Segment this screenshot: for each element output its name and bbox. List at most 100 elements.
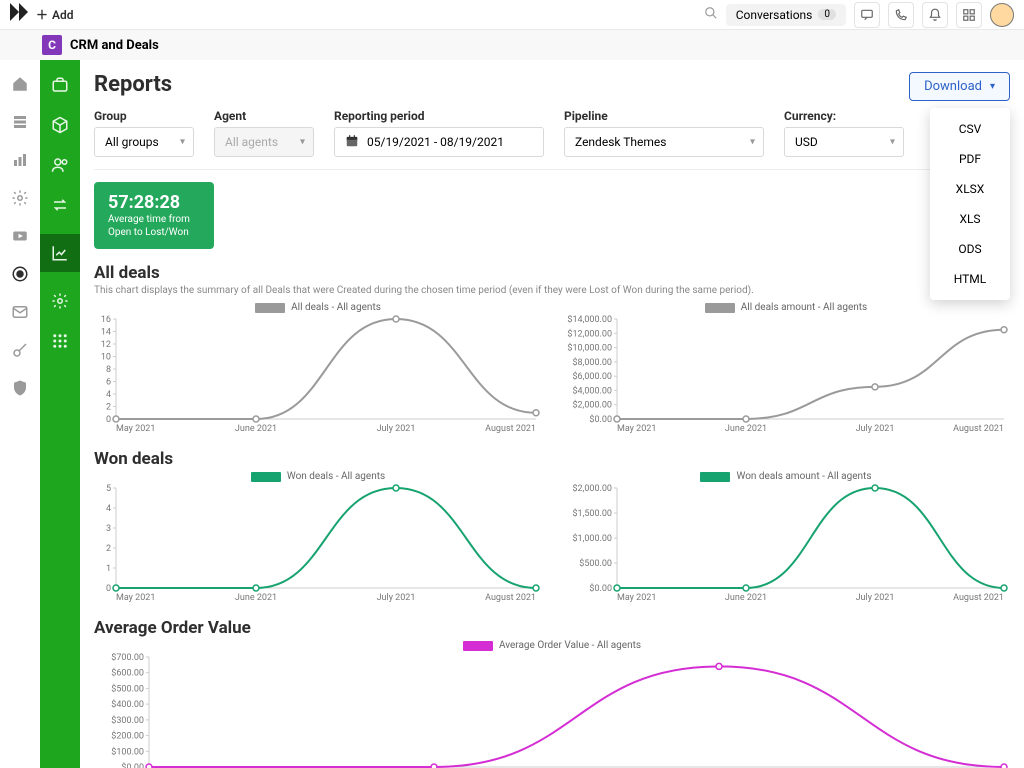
svg-text:May 2021: May 2021 bbox=[617, 424, 656, 434]
download-button[interactable]: Download ▾ bbox=[909, 72, 1010, 101]
period-input[interactable]: 05/19/2021 - 08/19/2021 bbox=[334, 127, 544, 157]
group-value: All groups bbox=[105, 135, 159, 149]
currency-label: Currency: bbox=[784, 109, 904, 123]
download-option-csv[interactable]: CSV bbox=[930, 114, 1010, 144]
svg-text:July 2021: July 2021 bbox=[856, 593, 895, 603]
legend-swatch bbox=[463, 641, 493, 651]
svg-text:August 2021: August 2021 bbox=[485, 593, 536, 603]
svg-text:$500.00: $500.00 bbox=[579, 558, 612, 569]
download-option-xls[interactable]: XLS bbox=[930, 204, 1010, 234]
green-chart-icon[interactable] bbox=[40, 234, 80, 272]
svg-text:$300.00: $300.00 bbox=[111, 715, 144, 726]
svg-text:May 2021: May 2021 bbox=[116, 424, 155, 434]
download-option-pdf[interactable]: PDF bbox=[930, 144, 1010, 174]
svg-text:June 2021: June 2021 bbox=[725, 424, 767, 434]
section-all-deals-sub: This chart displays the summary of all D… bbox=[94, 285, 1010, 296]
bell-icon[interactable] bbox=[922, 2, 948, 28]
calendar-icon bbox=[345, 134, 359, 151]
legend-swatch bbox=[251, 472, 281, 482]
chat-icon[interactable] bbox=[854, 2, 880, 28]
svg-text:$1,500.00: $1,500.00 bbox=[572, 508, 612, 519]
chart-all-deals-count: All deals - All agents 0246810121416May … bbox=[94, 302, 542, 435]
green-transfer-icon[interactable] bbox=[49, 194, 71, 216]
svg-text:June 2021: June 2021 bbox=[725, 593, 767, 603]
rail-target-icon[interactable] bbox=[10, 264, 30, 284]
download-option-html[interactable]: HTML bbox=[930, 264, 1010, 294]
svg-text:$4,000.00: $4,000.00 bbox=[572, 385, 612, 396]
svg-text:$10,000.00: $10,000.00 bbox=[567, 343, 612, 354]
green-users-icon[interactable] bbox=[49, 154, 71, 176]
pipeline-value: Zendesk Themes bbox=[575, 135, 666, 149]
svg-text:0: 0 bbox=[106, 415, 111, 425]
green-briefcase-icon[interactable] bbox=[49, 74, 71, 96]
legend-swatch bbox=[255, 303, 285, 313]
svg-text:August 2021: August 2021 bbox=[953, 424, 1004, 434]
svg-text:July 2021: July 2021 bbox=[856, 424, 895, 434]
divider bbox=[94, 169, 1010, 170]
rail-home-icon[interactable] bbox=[10, 74, 30, 94]
svg-text:1: 1 bbox=[106, 564, 111, 574]
rail-brush-icon[interactable] bbox=[10, 340, 30, 360]
svg-text:8: 8 bbox=[106, 365, 111, 375]
green-gear-icon[interactable] bbox=[49, 290, 71, 312]
rail-shield-icon[interactable] bbox=[10, 378, 30, 398]
legend-text: All deals - All agents bbox=[291, 302, 381, 313]
period-label: Reporting period bbox=[334, 109, 544, 123]
rail-video-icon[interactable] bbox=[10, 226, 30, 246]
content: Reports Download ▾ CSV PDF XLSX XLS ODS … bbox=[80, 60, 1024, 768]
avatar[interactable] bbox=[990, 3, 1014, 27]
chevron-down-icon: ▾ bbox=[890, 137, 895, 148]
legend-swatch bbox=[705, 303, 735, 313]
section-all-deals-title: All deals bbox=[94, 263, 1010, 283]
group-select[interactable]: All groups ▾ bbox=[94, 127, 194, 157]
conversations-label: Conversations bbox=[736, 8, 813, 22]
currency-value: USD bbox=[795, 135, 818, 149]
rail-analytics-icon[interactable] bbox=[10, 150, 30, 170]
legend-swatch bbox=[700, 472, 730, 482]
download-option-xlsx[interactable]: XLSX bbox=[930, 174, 1010, 204]
phone-icon[interactable] bbox=[888, 2, 914, 28]
svg-text:14: 14 bbox=[101, 328, 111, 338]
search-icon[interactable] bbox=[704, 5, 718, 24]
svg-text:$500.00: $500.00 bbox=[111, 683, 144, 694]
green-cube-icon[interactable] bbox=[49, 114, 71, 136]
chevron-down-icon: ▾ bbox=[180, 137, 185, 148]
rail-stack-icon[interactable] bbox=[10, 112, 30, 132]
conversations-button[interactable]: Conversations 0 bbox=[726, 4, 846, 26]
primary-leftrail bbox=[0, 60, 40, 768]
svg-text:10: 10 bbox=[101, 353, 111, 363]
apps-icon[interactable] bbox=[956, 2, 982, 28]
currency-select[interactable]: USD ▾ bbox=[784, 127, 904, 157]
kpi-card: 57:28:28 Average time fromOpen to Lost/W… bbox=[94, 182, 214, 249]
svg-text:$6,000.00: $6,000.00 bbox=[572, 371, 612, 382]
period-value: 05/19/2021 - 08/19/2021 bbox=[367, 135, 504, 149]
svg-text:August 2021: August 2021 bbox=[953, 593, 1004, 603]
svg-text:3: 3 bbox=[106, 524, 111, 534]
svg-text:$700.00: $700.00 bbox=[111, 653, 144, 663]
app-title: CRM and Deals bbox=[70, 38, 159, 53]
add-button[interactable]: ＋ Add bbox=[36, 6, 74, 23]
product-logo bbox=[10, 3, 28, 26]
group-label: Group bbox=[94, 109, 194, 123]
svg-text:$400.00: $400.00 bbox=[111, 699, 144, 710]
pipeline-select[interactable]: Zendesk Themes ▾ bbox=[564, 127, 764, 157]
green-grid-icon[interactable] bbox=[49, 330, 71, 352]
kpi-value: 57:28:28 bbox=[108, 192, 200, 213]
section-aov-title: Average Order Value bbox=[94, 618, 1010, 638]
rail-gear-icon[interactable] bbox=[10, 188, 30, 208]
page-title: Reports bbox=[94, 72, 1010, 97]
rail-mail-icon[interactable] bbox=[10, 302, 30, 322]
svg-text:5: 5 bbox=[106, 484, 111, 494]
svg-text:$0.00: $0.00 bbox=[589, 583, 612, 594]
section-won-deals-title: Won deals bbox=[94, 449, 1010, 469]
secondary-greenrail bbox=[40, 60, 80, 768]
conversations-count: 0 bbox=[818, 9, 836, 20]
agent-select[interactable]: All agents ▾ bbox=[214, 127, 314, 157]
agent-value: All agents bbox=[225, 135, 278, 149]
legend-text: Average Order Value - All agents bbox=[499, 640, 641, 651]
download-option-ods[interactable]: ODS bbox=[930, 234, 1010, 264]
svg-text:4: 4 bbox=[106, 390, 111, 400]
svg-text:$12,000.00: $12,000.00 bbox=[567, 328, 612, 339]
svg-text:June 2021: June 2021 bbox=[235, 593, 277, 603]
svg-text:12: 12 bbox=[101, 340, 111, 350]
